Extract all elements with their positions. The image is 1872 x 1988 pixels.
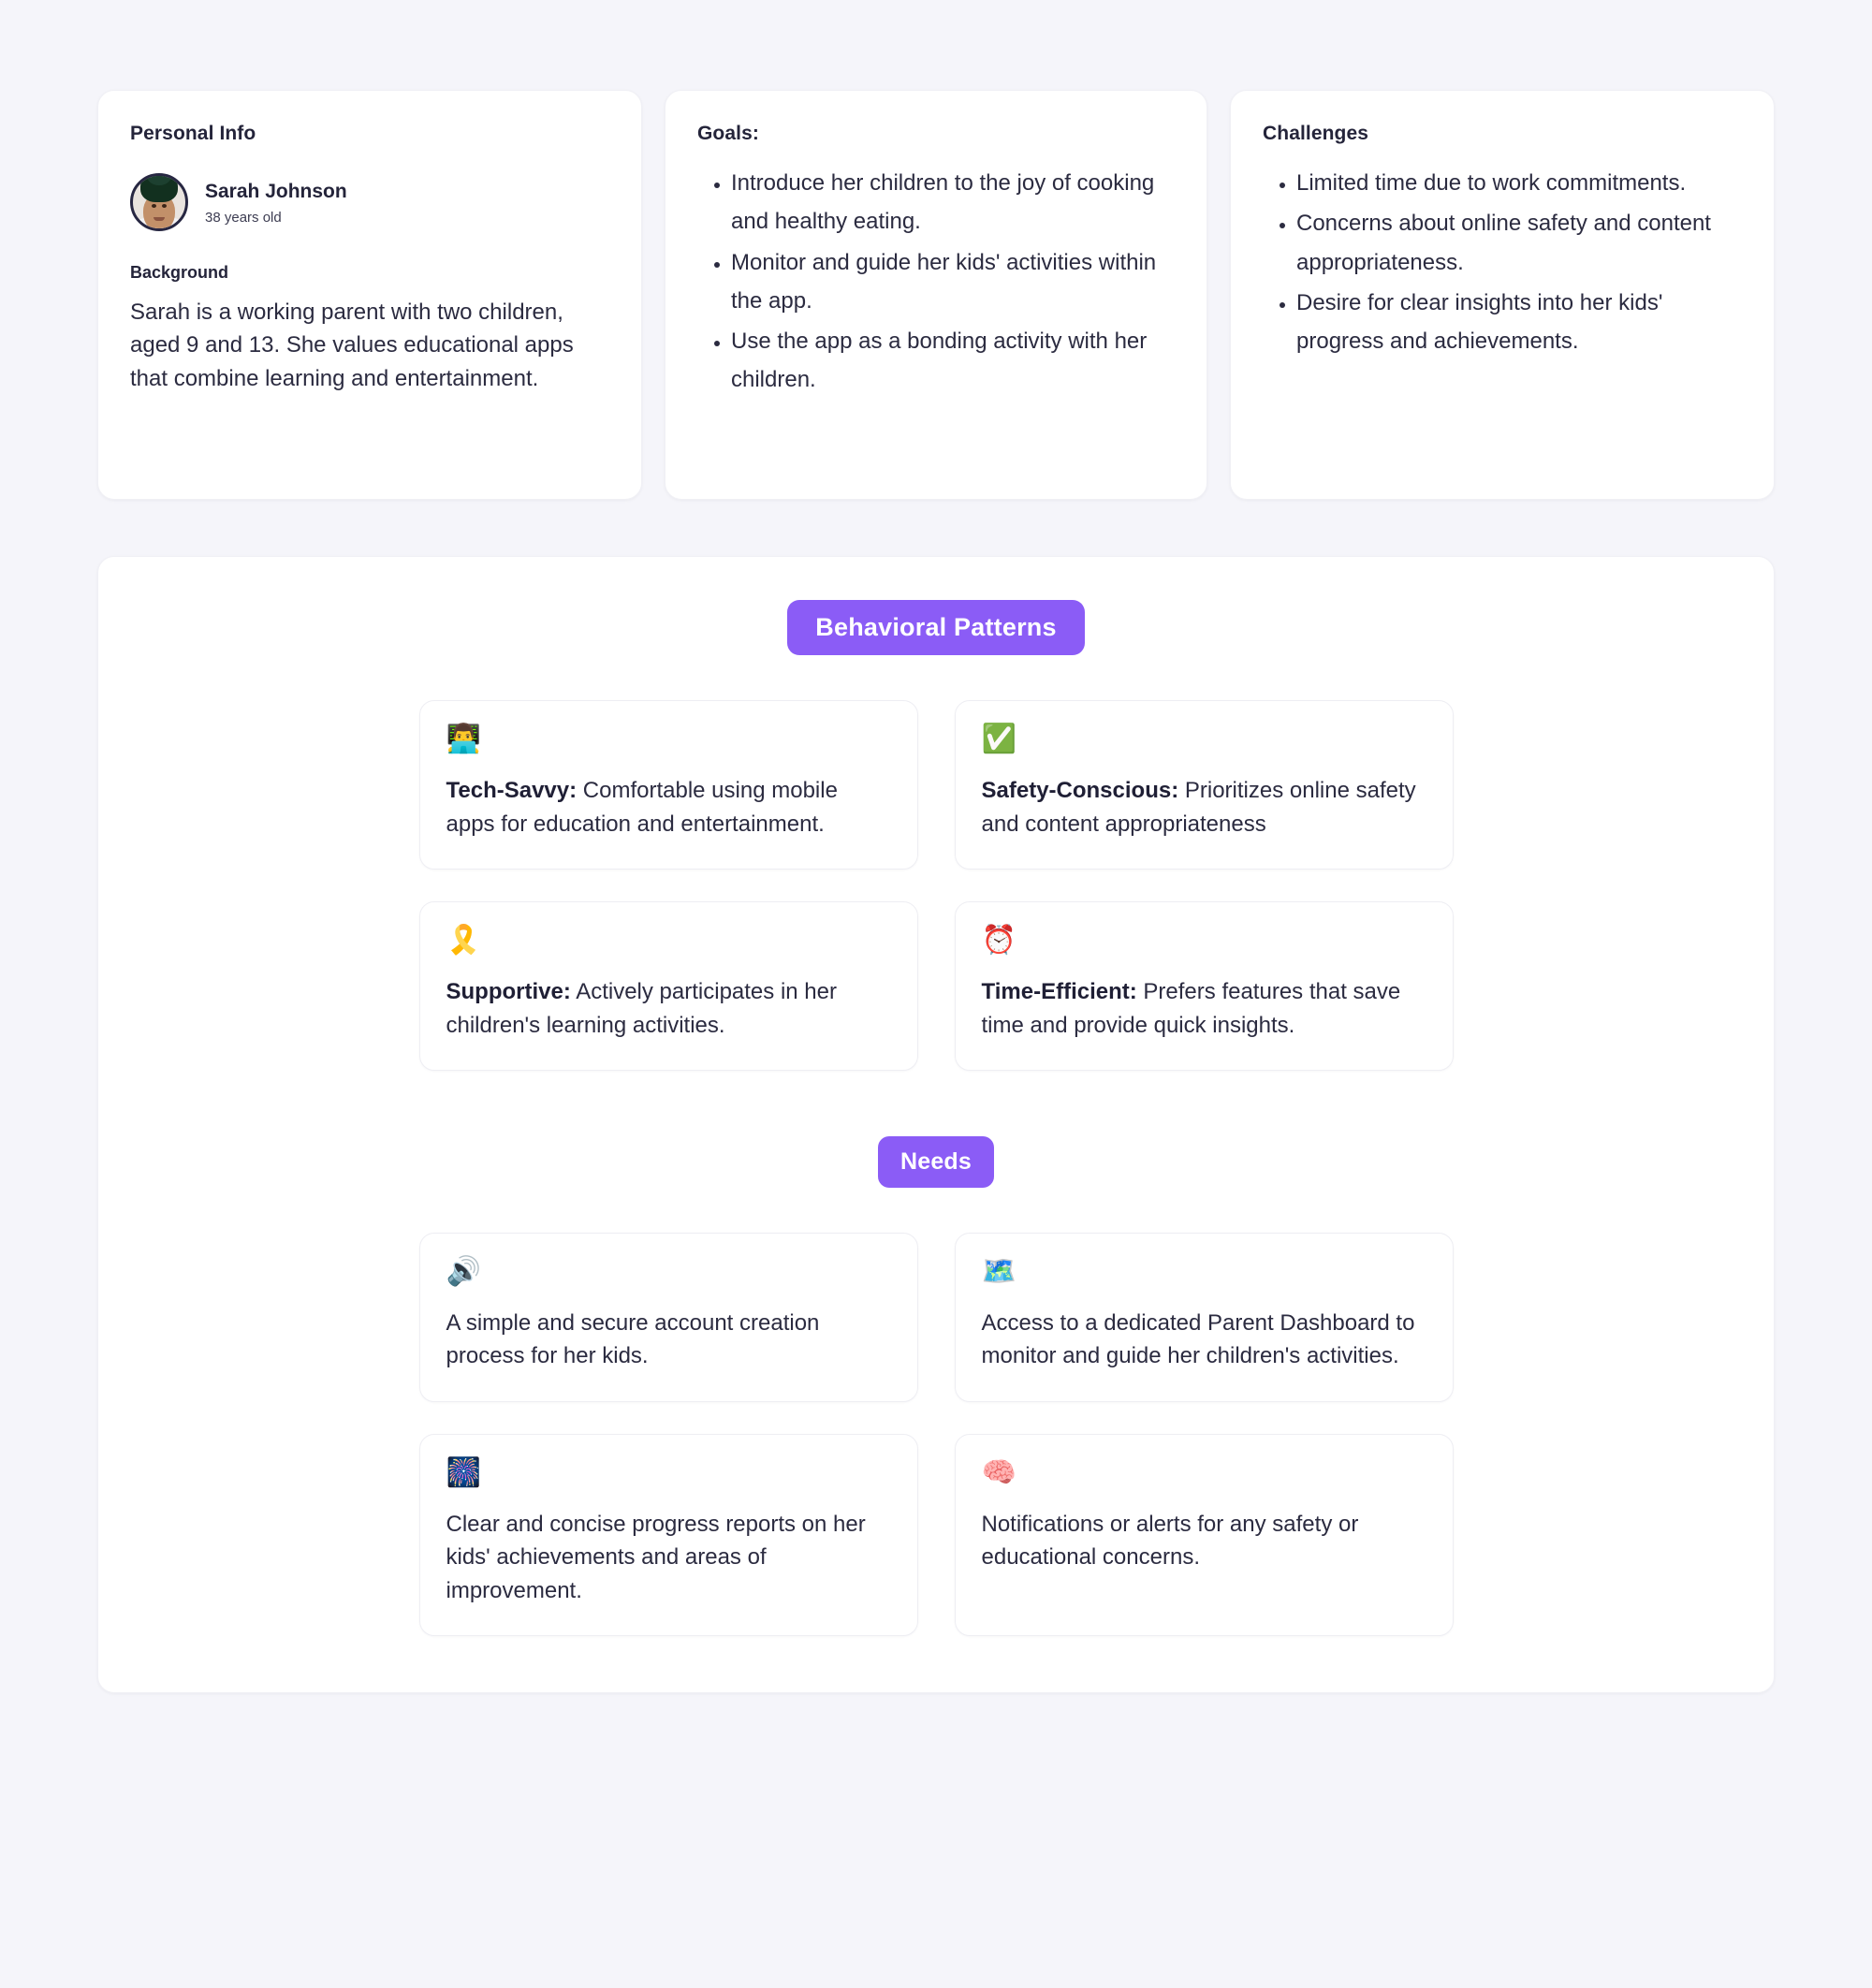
behavior-card-label: Safety-Conscious: (981, 778, 1179, 804)
behavior-card-text: Supportive: Actively participates in her… (446, 975, 891, 1042)
person-text: Sarah Johnson 38 years old (205, 179, 347, 225)
reminder-ribbon-icon: 🎗️ (446, 925, 481, 957)
needs-badge-wrap: Needs (98, 1136, 1774, 1188)
behavior-card-label: Time-Efficient: (981, 979, 1137, 1005)
behavior-card-time-efficient: ⏰ Time-Efficient: Prefers features that … (954, 901, 1454, 1072)
list-item: Concerns about online safety and content… (1296, 204, 1742, 282)
world-map-icon: 🗺️ (981, 1255, 1016, 1287)
check-mark-button-icon: ✅ (981, 724, 1016, 755)
behavior-card-supportive: 🎗️ Supportive: Actively participates in … (418, 901, 918, 1072)
list-item: Desire for clear insights into her kids'… (1296, 284, 1742, 361)
persona-page: Personal Info Sarah Johnson 38 years old… (0, 0, 1872, 1988)
behavior-card-text: Tech-Savvy: Comfortable using mobile app… (446, 774, 891, 841)
person-name: Sarah Johnson (205, 181, 347, 203)
list-item: Monitor and guide her kids' activities w… (731, 243, 1175, 321)
patterns-and-needs-panel: Behavioral Patterns 👨‍💻 Tech-Savvy: Comf… (97, 556, 1775, 1694)
avatar (130, 173, 188, 231)
personal-info-card: Personal Info Sarah Johnson 38 years old… (97, 90, 642, 500)
person-identity: Sarah Johnson 38 years old (130, 173, 609, 231)
need-card-progress-reports: 🎆 Clear and concise progress reports on … (418, 1433, 918, 1637)
avatar-eye-left (152, 204, 156, 208)
behavior-card-tech-savvy: 👨‍💻 Tech-Savvy: Comfortable using mobile… (418, 700, 918, 870)
need-card-account-creation: 🔊 A simple and secure account creation p… (418, 1232, 918, 1402)
personal-info-title: Personal Info (130, 123, 256, 144)
need-card-text: A simple and secure account creation pro… (446, 1309, 820, 1369)
person-age: 38 years old (205, 209, 282, 226)
goals-title: Goals: (697, 123, 759, 144)
behavior-card-text: Time-Efficient: Prefers features that sa… (982, 975, 1426, 1042)
background-label: Background (130, 263, 229, 282)
behavior-card-label: Supportive: (446, 979, 571, 1005)
challenges-card: Challenges Limited time due to work comm… (1230, 90, 1775, 500)
avatar-eye-right (162, 204, 167, 208)
fireworks-icon: 🎆 (446, 1456, 481, 1488)
goals-list: Introduce her children to the joy of coo… (697, 164, 1175, 400)
behavior-card-label: Tech-Savvy: (446, 778, 578, 804)
need-card-text: Notifications or alerts for any safety o… (981, 1511, 1359, 1571)
list-item: Use the app as a bonding activity with h… (731, 322, 1175, 400)
background-text: Sarah is a working parent with two child… (130, 300, 574, 391)
list-item: Limited time due to work commitments. (1296, 164, 1742, 202)
behavior-card-text: Safety-Conscious: Prioritizes online saf… (982, 774, 1426, 841)
challenges-list: Limited time due to work commitments. Co… (1263, 164, 1742, 360)
behavioral-patterns-badge-wrap: Behavioral Patterns (98, 600, 1774, 656)
challenges-title: Challenges (1263, 123, 1369, 144)
alarm-clock-icon: ⏰ (981, 925, 1016, 957)
behavioral-patterns-grid: 👨‍💻 Tech-Savvy: Comfortable using mobile… (98, 700, 1774, 1072)
need-card-parent-dashboard: 🗺️ Access to a dedicated Parent Dashboar… (954, 1232, 1454, 1402)
list-item: Introduce her children to the joy of coo… (731, 164, 1175, 241)
speaker-high-volume-icon: 🔊 (446, 1255, 481, 1287)
brain-icon: 🧠 (981, 1456, 1016, 1488)
need-card-text: Access to a dedicated Parent Dashboard t… (981, 1309, 1415, 1369)
goals-card: Goals: Introduce her children to the joy… (665, 90, 1207, 500)
needs-badge: Needs (877, 1136, 995, 1188)
summary-cards-row: Personal Info Sarah Johnson 38 years old… (0, 0, 1872, 500)
behavioral-patterns-badge: Behavioral Patterns (787, 600, 1085, 656)
needs-grid: 🔊 A simple and secure account creation p… (98, 1232, 1774, 1637)
behavior-card-safety-conscious: ✅ Safety-Conscious: Prioritizes online s… (954, 700, 1454, 870)
need-card-notifications: 🧠 Notifications or alerts for any safety… (954, 1433, 1454, 1637)
need-card-text: Clear and concise progress reports on he… (446, 1511, 866, 1603)
technologist-icon: 👨‍💻 (446, 724, 481, 755)
